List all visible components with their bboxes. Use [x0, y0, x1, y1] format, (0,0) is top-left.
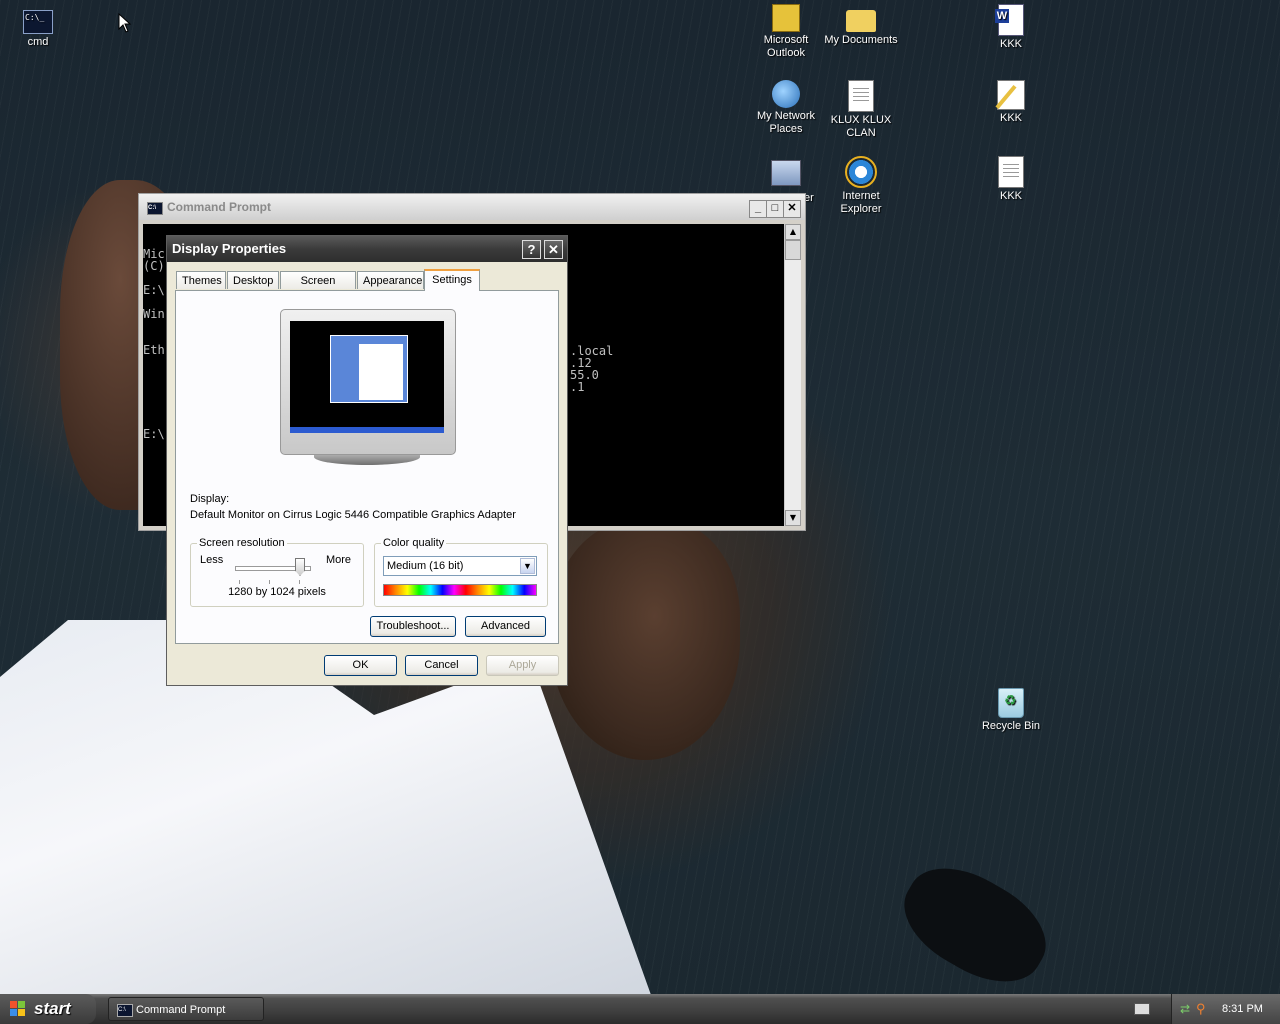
ok-button[interactable]: OK: [324, 655, 397, 676]
system-tray: ⇄ ⚲ 8:31 PM: [1171, 994, 1280, 1024]
settings-panel: Display: Default Monitor on Cirrus Logic…: [175, 290, 559, 644]
desktop-icon-my-documents[interactable]: My Documents: [823, 4, 899, 47]
mouse-cursor-icon: [118, 13, 132, 33]
paint-image-icon: [997, 80, 1025, 110]
console-line: .1: [570, 380, 585, 394]
desktop-icon-cmd[interactable]: C:\_ cmd: [0, 6, 76, 49]
desktop-icon-internet-explorer[interactable]: Internet Explorer: [823, 156, 899, 216]
display-label: Display:: [190, 493, 230, 505]
text-document-icon: [848, 80, 874, 112]
start-label: start: [34, 999, 71, 1018]
more-label: More: [325, 554, 351, 566]
slider-ticks: [239, 580, 305, 584]
desktop-icon-computer[interactable]: er: [748, 156, 824, 204]
close-button[interactable]: ✕: [783, 200, 801, 218]
desktop-icon-label: My Network Places: [756, 110, 816, 135]
tab-appearance[interactable]: Appearance: [357, 271, 424, 289]
monitor-mini-window: [330, 335, 408, 403]
color-quality-group: Color quality Medium (16 bit) ▼: [374, 537, 548, 607]
clock[interactable]: 8:31 PM: [1222, 994, 1263, 1024]
display-value: Default Monitor on Cirrus Logic 5446 Com…: [190, 509, 516, 521]
apply-button[interactable]: Apply: [486, 655, 559, 676]
network-tray-icon[interactable]: ⇄: [1180, 1003, 1190, 1015]
outlook-icon: [772, 4, 800, 32]
start-button[interactable]: start: [0, 994, 96, 1024]
cmd-vertical-scrollbar[interactable]: ▲ ▼: [784, 224, 801, 526]
taskbar-item-label: Command Prompt: [136, 1004, 226, 1016]
tab-themes[interactable]: Themes: [176, 271, 226, 289]
troubleshoot-button[interactable]: Troubleshoot...: [370, 616, 456, 637]
keyboard-icon[interactable]: [1134, 1003, 1150, 1015]
desktop-icon-label: cmd: [27, 36, 49, 48]
maximize-button[interactable]: □: [766, 200, 784, 218]
text-document-icon: [998, 156, 1024, 188]
desktop-icon-label: Internet Explorer: [840, 190, 882, 215]
cmd-icon: C:\: [147, 202, 163, 215]
taskbar: start C:\ Command Prompt ⇄ ⚲ 8:31 PM: [0, 994, 1280, 1024]
windows-logo-icon: [10, 1001, 26, 1017]
desktop-icon-label: My Documents: [824, 34, 898, 46]
desktop-icon-label: Microsoft Outlook: [763, 34, 809, 59]
monitor-mini-taskbar: [290, 427, 444, 433]
desktop-icon-kkk-paint[interactable]: KKK: [973, 80, 1049, 125]
cmd-icon: C:\_: [23, 10, 53, 34]
screen-resolution-title: Screen resolution: [197, 537, 287, 549]
monitor-preview-image: [280, 309, 456, 465]
advanced-button[interactable]: Advanced: [465, 616, 546, 637]
desktop-icon-label: KKK: [999, 190, 1022, 202]
desktop-icon-outlook[interactable]: Microsoft Outlook: [748, 4, 824, 60]
computer-icon: [771, 160, 801, 186]
tab-desktop[interactable]: Desktop: [227, 271, 279, 289]
help-button[interactable]: ?: [522, 240, 541, 259]
tab-screen-saver[interactable]: Screen Saver: [280, 271, 356, 305]
scroll-up-arrow-icon[interactable]: ▲: [785, 224, 801, 240]
scroll-down-arrow-icon[interactable]: ▼: [785, 510, 801, 526]
dialog-title-bar[interactable]: Display Properties: [167, 236, 567, 262]
desktop-icon-recycle-bin[interactable]: Recycle Bin: [973, 688, 1049, 733]
desktop-icon-label: Recycle Bin: [981, 720, 1041, 732]
color-spectrum-bar: [383, 584, 537, 596]
color-quality-value: Medium (16 bit): [387, 560, 464, 572]
cancel-button[interactable]: Cancel: [405, 655, 478, 676]
screen-resolution-group: Screen resolution Less More 1280 by 1024…: [190, 537, 364, 607]
recycle-bin-icon: [998, 688, 1024, 718]
color-quality-title: Color quality: [381, 537, 447, 549]
display-properties-dialog[interactable]: Display Properties ? ✕ Themes Desktop Sc…: [166, 235, 568, 686]
taskbar-item-command-prompt[interactable]: C:\ Command Prompt: [108, 997, 264, 1021]
desktop-icon-label: KKK: [999, 38, 1022, 50]
scroll-thumb[interactable]: [785, 240, 801, 260]
console-right-text: .local .12 55.0.1: [570, 345, 613, 393]
desktop-icon-kkk-notepad[interactable]: KKK: [973, 156, 1049, 203]
folder-icon: [846, 10, 876, 32]
desktop-icon-label: KLUX KLUX CLAN: [830, 114, 892, 139]
tab-settings[interactable]: Settings: [424, 269, 480, 291]
word-document-icon: [995, 4, 1024, 36]
network-globe-icon: [772, 80, 800, 108]
color-quality-select[interactable]: Medium (16 bit) ▼: [383, 556, 537, 576]
resolution-slider-thumb[interactable]: [295, 558, 305, 576]
desktop-icon-label: KKK: [999, 112, 1022, 124]
less-label: Less: [200, 554, 224, 566]
desktop-icon-my-network-places[interactable]: My Network Places: [748, 80, 824, 136]
desktop-icon-klux[interactable]: KLUX KLUX CLAN: [823, 80, 899, 140]
monitor-screen: [290, 321, 444, 433]
cmd-title-bar[interactable]: C:\ Command Prompt _ □ ✕: [139, 194, 805, 220]
internet-explorer-icon: [845, 156, 877, 188]
dialog-title: Display Properties: [172, 241, 287, 256]
minimize-button[interactable]: _: [749, 200, 767, 218]
resolution-value: 1280 by 1024 pixels: [228, 586, 326, 598]
desktop-icon-kkk-word[interactable]: KKK: [973, 4, 1049, 51]
chevron-down-icon[interactable]: ▼: [520, 558, 535, 574]
cmd-title: Command Prompt: [167, 200, 272, 214]
close-button[interactable]: ✕: [544, 240, 563, 259]
search-tray-icon[interactable]: ⚲: [1196, 1002, 1206, 1015]
wallpaper-microphone: [887, 848, 1063, 1002]
cmd-icon: C:\: [117, 1004, 133, 1017]
wallpaper-face: [550, 520, 740, 760]
